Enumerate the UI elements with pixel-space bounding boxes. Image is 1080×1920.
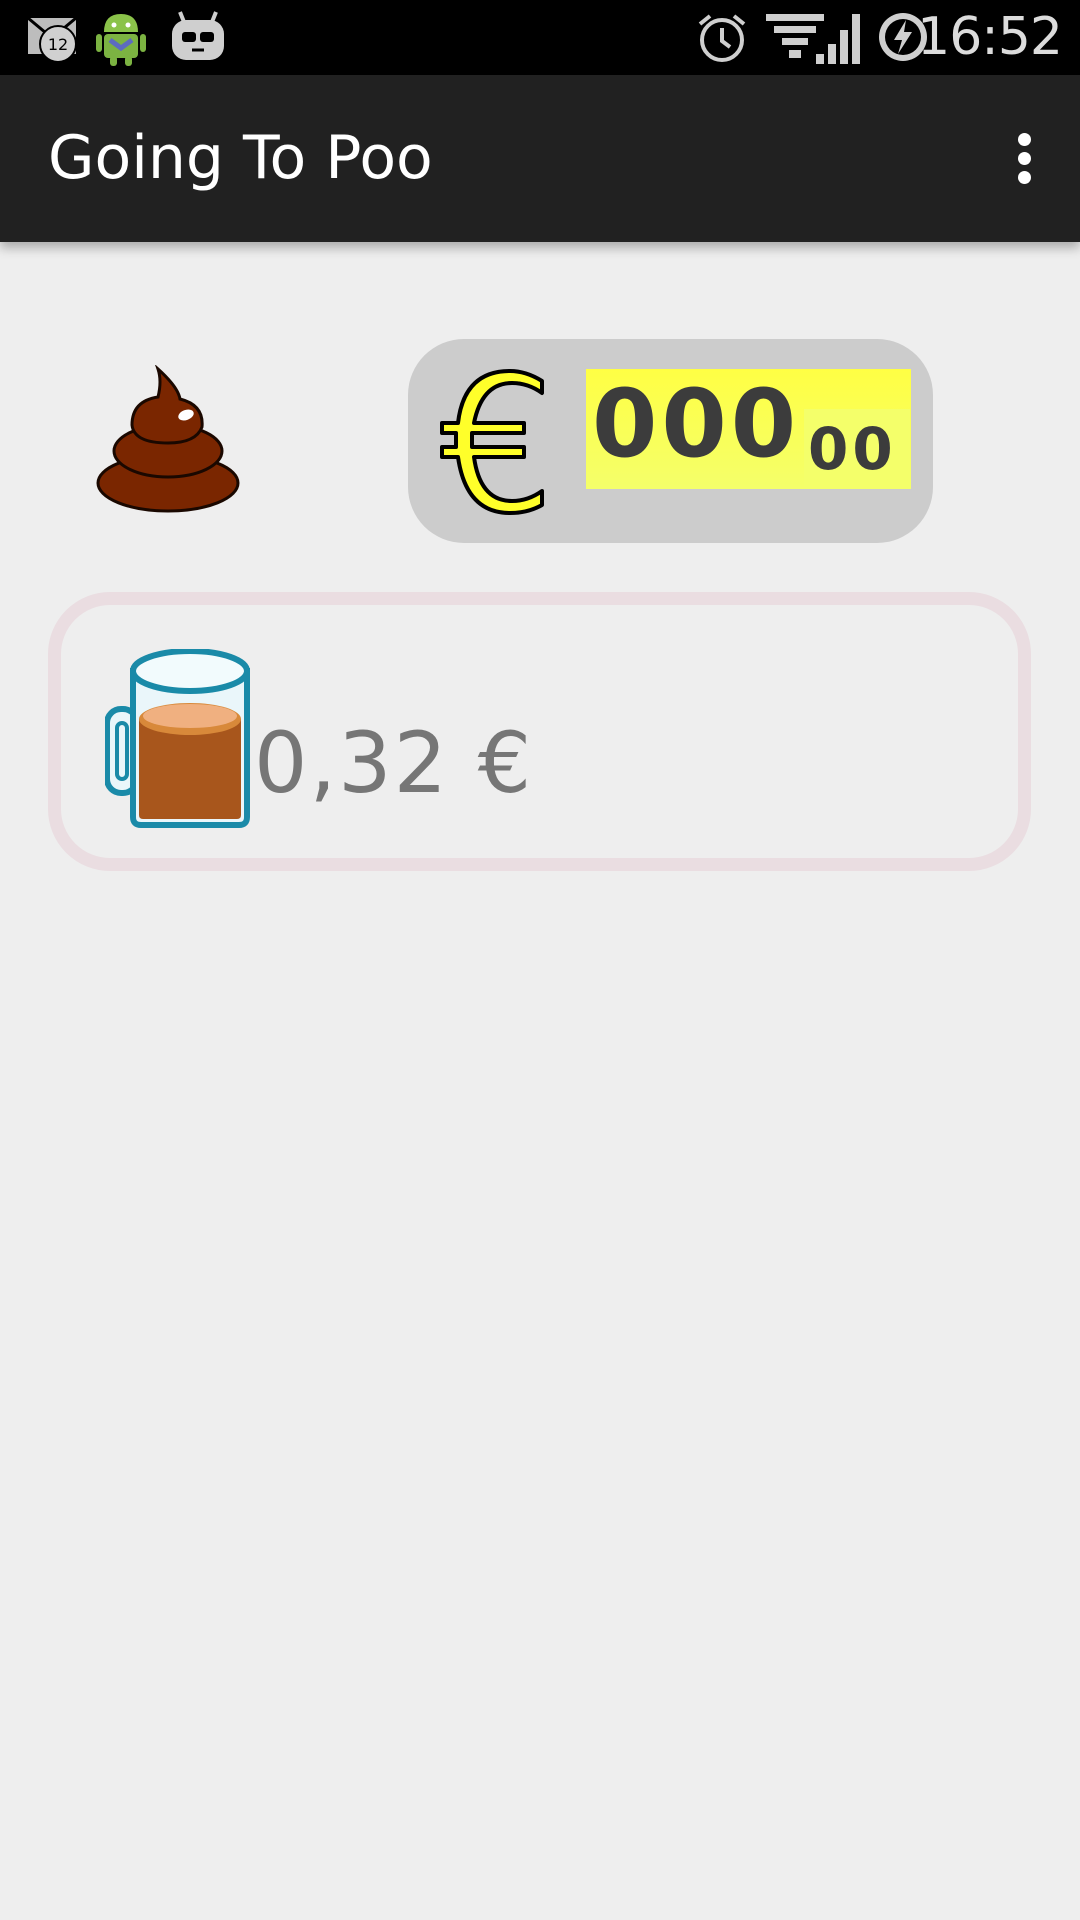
action-bar: Going To Poo [0, 75, 1080, 242]
mail-notification-icon: 12 [27, 16, 77, 63]
overflow-menu-button[interactable] [994, 115, 1054, 201]
android-debug-icon [96, 14, 146, 66]
cell-signal-icon [816, 14, 860, 64]
cyanogen-mascot-icon [172, 11, 224, 60]
counter-digit-display: 000 00 [586, 369, 911, 489]
counter-main-digits: 000 [592, 370, 801, 479]
app-title: Going To Poo [48, 123, 433, 193]
coffee-mug-icon [105, 649, 250, 828]
coffee-price: 0,32 € [254, 714, 534, 812]
status-time: 16:52 [917, 7, 1063, 67]
status-bar: 12 16:52 [0, 0, 1080, 75]
coffee-card[interactable]: 0,32 € [48, 592, 1031, 871]
counter-cents-digits: 00 [804, 409, 910, 489]
poop-icon [96, 365, 240, 513]
euro-icon [440, 369, 544, 515]
alarm-icon [698, 14, 746, 62]
money-counter-panel: 000 00 [408, 339, 933, 543]
svg-text:12: 12 [48, 35, 68, 54]
